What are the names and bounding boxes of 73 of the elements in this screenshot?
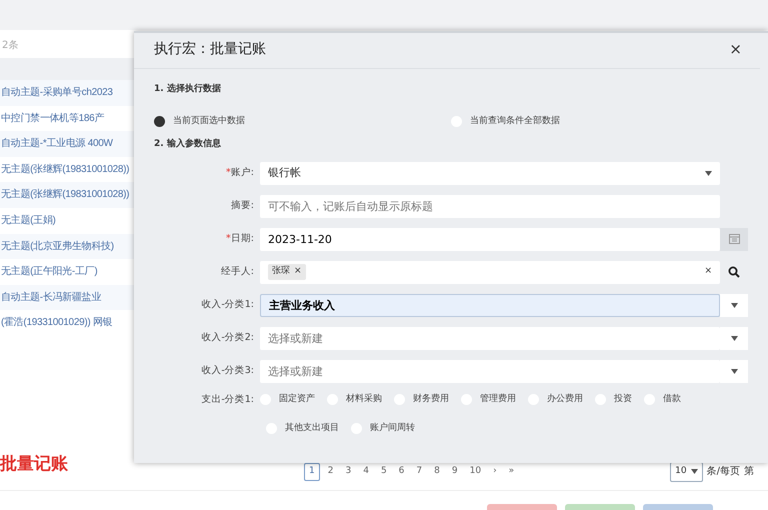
dropdown-button[interactable] <box>720 360 748 382</box>
caret-icon <box>730 368 738 374</box>
radio-label: 当前查询条件全部数据 <box>470 114 560 128</box>
search-icon <box>728 266 740 278</box>
combo-field[interactable]: 选择或新建 <box>260 326 720 350</box>
table-row[interactable]: 中控门禁一体机等186产 <box>0 106 134 132</box>
table-row[interactable]: 自动主题-长冯新疆盐业 <box>0 284 134 310</box>
page-link[interactable]: 8 <box>430 464 444 480</box>
table-row[interactable]: 自动主题-*工业电源 400W <box>0 131 134 157</box>
select-field[interactable]: 银行帐 <box>260 162 720 184</box>
dropdown-button[interactable] <box>720 326 748 350</box>
page-link[interactable]: 2 <box>324 464 338 480</box>
section-heading: 2. 输入参数信息 <box>154 138 222 151</box>
table-row[interactable]: (霍浩(19331001029)) 网银 <box>0 310 134 336</box>
radio-label: 固定资产 <box>279 392 315 406</box>
table-row[interactable]: 无主题(王娟) <box>0 208 134 234</box>
page-link[interactable]: 5 <box>376 464 391 480</box>
radio-label: 办公费用 <box>547 392 583 406</box>
text-field[interactable]: 可不输入，记账后自动显示原标题 <box>260 194 720 218</box>
page-link[interactable]: 9 <box>448 464 462 480</box>
close-button[interactable]: × <box>729 42 742 57</box>
radio-label: 投资 <box>614 392 632 406</box>
radio-button[interactable] <box>154 116 165 127</box>
date-field[interactable]: 2023-11-20 <box>260 228 720 250</box>
page-link[interactable]: 10 <box>466 464 486 480</box>
radio-label: 当前页面选中数据 <box>173 114 245 128</box>
field-label: *日期: <box>225 232 255 246</box>
radio-label: 账户间周转 <box>370 422 415 435</box>
table-row[interactable]: 自动主题-采购单号ch2023 <box>0 80 134 106</box>
dialog-title: 执行宏：批量记账 <box>154 40 266 59</box>
field-label: 收入-分类1: <box>200 298 255 312</box>
tag-remove-button[interactable]: × <box>294 265 302 279</box>
table-row[interactable]: 无主题(正午阳光-工厂) <box>0 259 134 285</box>
caret-icon <box>730 336 738 340</box>
dropdown-button[interactable] <box>720 294 748 316</box>
last-page-link[interactable]: » <box>504 464 518 480</box>
field-label: 收入-分类3: <box>200 364 255 378</box>
field-label: 支出-分类1: <box>200 392 255 406</box>
combo-field[interactable]: 主营业务收入 <box>260 294 720 316</box>
action-button[interactable] <box>487 504 557 510</box>
next-page-link[interactable]: › <box>489 464 501 480</box>
clear-button[interactable]: × <box>704 265 712 279</box>
page-link[interactable]: 4 <box>359 464 373 480</box>
page-label: 第 <box>744 465 754 480</box>
person-tag: 张琛 × <box>268 264 306 280</box>
radio-label: 财务费用 <box>413 392 449 406</box>
calendar-button[interactable] <box>720 228 748 250</box>
page-link[interactable]: 7 <box>412 464 426 480</box>
action-button[interactable] <box>643 504 713 510</box>
action-button[interactable] <box>565 504 635 510</box>
caret-icon <box>730 302 738 308</box>
record-count: 2条 <box>2 40 18 51</box>
table-row[interactable]: 无主题(北京亚弗生物科技) <box>0 234 134 260</box>
caret-icon <box>705 170 712 176</box>
calendar-icon <box>728 234 740 244</box>
caret-icon <box>690 469 698 474</box>
per-page-label: 条/每页 <box>706 465 740 480</box>
page-size-select[interactable]: 10 <box>670 462 703 482</box>
radio-label: 其他支出项目 <box>285 422 339 435</box>
table-row[interactable]: 无主题(张继辉(19831001028)) <box>0 156 134 182</box>
page-link[interactable]: 6 <box>394 464 408 480</box>
radio-label: 材料采购 <box>346 392 382 406</box>
field-label: 收入-分类2: <box>200 330 255 345</box>
field-label: 经手人: <box>220 264 255 279</box>
section-heading: 1. 选择执行数据 <box>154 83 222 96</box>
field-label: 摘要: <box>230 198 255 213</box>
tag-field[interactable]: 张琛 × × <box>260 260 720 284</box>
field-label: *账户: <box>225 166 255 180</box>
radio-label: 借款 <box>663 392 681 406</box>
combo-field[interactable]: 选择或新建 <box>260 360 720 382</box>
radio-label: 管理费用 <box>480 392 516 406</box>
page-link[interactable]: 3 <box>341 464 356 480</box>
table-row[interactable]: 无主题(张继辉(19831001028)) <box>0 182 134 208</box>
